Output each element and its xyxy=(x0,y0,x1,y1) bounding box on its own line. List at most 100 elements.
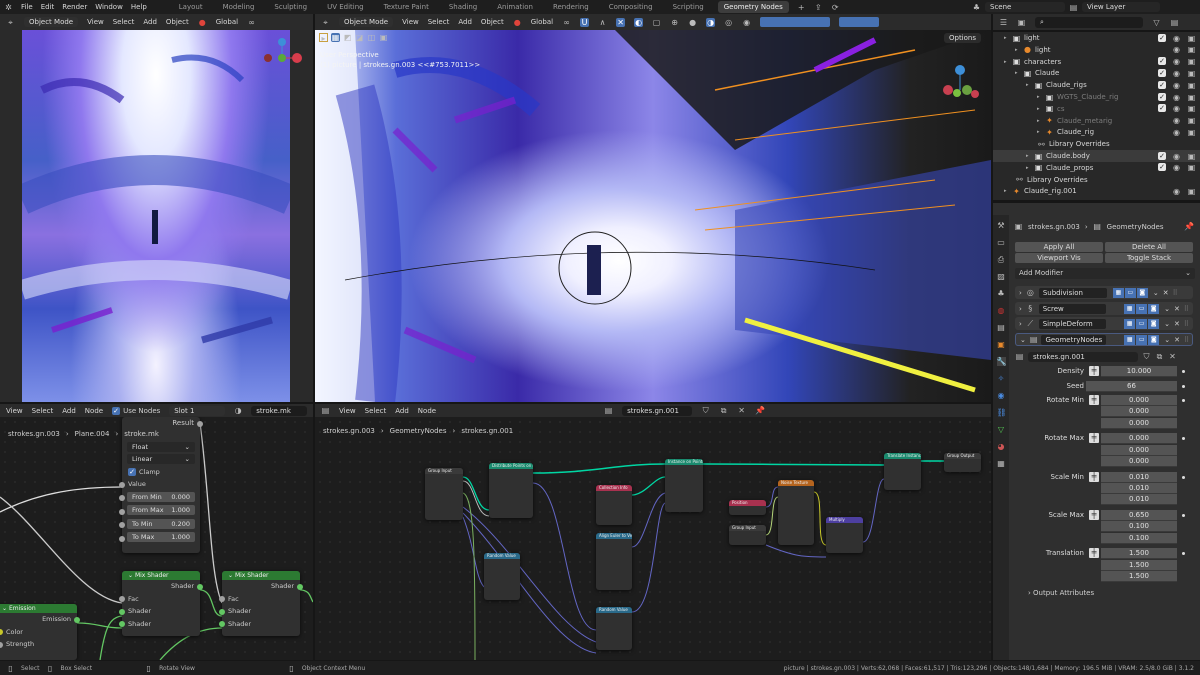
geometry-node[interactable]: Distribute Points on Faces xyxy=(489,463,533,518)
tab-uv-editing[interactable]: UV Editing xyxy=(321,1,370,13)
strength-input[interactable]: Strength xyxy=(0,638,77,651)
camera-icon[interactable]: ▣ xyxy=(1187,57,1196,66)
tab-shading[interactable]: Shading xyxy=(443,1,483,13)
remove-modifier-icon[interactable]: ✕ xyxy=(1174,336,1180,344)
remove-modifier-icon[interactable]: ✕ xyxy=(1174,320,1180,328)
add-modifier-dropdown[interactable]: Add Modifier ⌄ xyxy=(1015,268,1195,279)
scene-icon[interactable]: ♣ xyxy=(972,3,981,12)
shader-input[interactable]: Shader xyxy=(219,618,300,631)
object-tab-icon[interactable]: ▣ xyxy=(997,340,1006,349)
upload-icon[interactable]: ⇪ xyxy=(814,3,823,12)
outliner-row[interactable]: ▸ ✦ Claude_rig.001 ◉ ▣ xyxy=(993,185,1200,197)
value-field[interactable]: 0.000 xyxy=(1101,417,1177,429)
duplicate-icon[interactable]: ⧉ xyxy=(1155,352,1164,361)
material-browse-icon[interactable]: ◑ xyxy=(234,406,242,415)
modifier-name-field[interactable]: Screw xyxy=(1038,303,1107,314)
view-layer-icon[interactable]: ▤ xyxy=(1069,3,1078,12)
fake-user-icon[interactable]: ⛉ xyxy=(1142,352,1151,361)
value-field[interactable]: 0.000 xyxy=(1101,395,1177,406)
tab-modeling[interactable]: Modeling xyxy=(217,1,261,13)
eye-icon[interactable]: ◉ xyxy=(1172,57,1181,66)
eye-icon[interactable]: ◉ xyxy=(1172,69,1181,78)
fac-input[interactable]: Fac xyxy=(219,593,300,606)
outliner-row[interactable]: ▸ ▣ Claude ✓ ◉ ▣ xyxy=(993,67,1200,79)
camera-icon[interactable]: ▣ xyxy=(1187,116,1196,125)
chevron-down-icon[interactable]: ⌄ xyxy=(1153,289,1159,297)
expand-chevron-icon[interactable]: ⌄ xyxy=(1020,336,1026,344)
menu-window[interactable]: Window xyxy=(95,3,123,11)
refresh-icon[interactable]: ⟳ xyxy=(831,3,840,12)
view-layer-tab-icon[interactable]: ▨ xyxy=(997,272,1006,281)
menu-node[interactable]: Node xyxy=(85,407,103,415)
fake-user-icon[interactable]: ⛉ xyxy=(701,406,710,415)
toggle-stack-button[interactable]: Toggle Stack xyxy=(1105,253,1193,263)
render-icon[interactable]: ◙ xyxy=(1148,303,1160,314)
tab-compositing[interactable]: Compositing xyxy=(603,1,659,13)
menu-view[interactable]: View xyxy=(402,18,419,26)
editor-type-icon[interactable]: ⌖ xyxy=(321,18,330,27)
apply-all-button[interactable]: Apply All xyxy=(1015,242,1103,252)
value-field[interactable]: 0.650 xyxy=(1101,509,1177,521)
drag-handle-icon[interactable]: ⠿ xyxy=(1184,305,1189,313)
shading-rendered-icon[interactable]: ◎ xyxy=(724,18,733,27)
camera-icon[interactable]: ▣ xyxy=(1187,163,1196,172)
map-range-input[interactable]: To Max 1.000 xyxy=(119,532,200,545)
options-dropdown[interactable]: Options xyxy=(943,33,981,43)
attribute-toggle-icon[interactable]: ╪ xyxy=(1089,509,1099,520)
geometry-node[interactable]: Align Euler to Vector xyxy=(596,533,632,590)
tab-sculpting[interactable]: Sculpting xyxy=(268,1,313,13)
geometry-node[interactable]: Collection Info xyxy=(596,485,632,525)
geometry-node[interactable]: Position xyxy=(729,500,766,515)
modifier-simpledeform[interactable]: › ⟋ SimpleDeform ▦ ▭ ◙ ⌄ ✕ ⠿ xyxy=(1015,317,1193,330)
editmode-icon[interactable]: ▦ xyxy=(1112,287,1124,298)
snap-icon[interactable]: U xyxy=(580,17,590,27)
select-box-icon[interactable]: ▦ xyxy=(331,33,340,42)
remove-modifier-icon[interactable]: ✕ xyxy=(1163,289,1169,297)
attribute-toggle-icon[interactable]: ╪ xyxy=(1089,548,1099,559)
geometry-node[interactable]: Random Value xyxy=(484,553,520,600)
value-field[interactable]: 0.010 xyxy=(1101,483,1177,494)
modifier-tab-icon[interactable]: 🔧 xyxy=(996,357,1006,366)
camera-icon[interactable]: ▣ xyxy=(1187,34,1196,43)
menu-view[interactable]: View xyxy=(87,18,104,26)
orientation-dropdown[interactable]: Global xyxy=(216,18,238,26)
expand-arrow-icon[interactable]: ▸ xyxy=(1026,153,1034,159)
modifier-name-field[interactable]: Subdivision xyxy=(1038,287,1107,298)
eye-icon[interactable]: ◉ xyxy=(1172,116,1181,125)
mode-dropdown[interactable]: Object Mode xyxy=(339,17,394,27)
outliner-row[interactable]: ▸ ▣ Claude_rigs ✓ ◉ ▣ xyxy=(993,79,1200,91)
editor-type-icon[interactable]: ▤ xyxy=(321,406,330,415)
value-field[interactable]: 0.100 xyxy=(1101,521,1177,533)
drag-handle-icon[interactable]: ⠿ xyxy=(1184,336,1189,344)
remove-modifier-icon[interactable]: ✕ xyxy=(1174,305,1180,313)
geometry-node[interactable]: Group Input xyxy=(425,468,463,520)
expand-arrow-icon[interactable]: ▸ xyxy=(1004,188,1012,194)
value-field[interactable]: 0.010 xyxy=(1101,494,1177,506)
filter-view-icon[interactable]: ▣ xyxy=(1017,18,1026,27)
duplicate-icon[interactable]: ⧉ xyxy=(719,406,728,415)
geometry-node[interactable]: Group Input xyxy=(729,525,766,545)
value-field[interactable]: 1.500 xyxy=(1101,559,1177,571)
editmode-icon[interactable]: ▦ xyxy=(1124,334,1136,345)
menu-node[interactable]: Node xyxy=(418,407,436,415)
mode-dropdown[interactable]: Object Mode xyxy=(24,17,79,27)
value-field[interactable]: 1.500 xyxy=(1101,548,1177,560)
value-field[interactable]: To Min 0.200 xyxy=(127,518,195,529)
orientation-dropdown[interactable]: Global xyxy=(531,18,553,26)
expand-arrow-icon[interactable]: ▸ xyxy=(1015,70,1023,76)
overlay-icon[interactable]: ◐ xyxy=(634,17,644,27)
tool-tab-icon[interactable]: ⚒ xyxy=(997,221,1006,230)
attribute-toggle-icon[interactable]: ╪ xyxy=(1089,433,1099,444)
camera-icon[interactable]: ▣ xyxy=(1187,69,1196,78)
value-field[interactable]: 0.000 xyxy=(1101,456,1177,468)
geometry-node[interactable]: Multiply xyxy=(826,517,863,553)
node-group-field[interactable]: strokes.gn.001 xyxy=(1028,351,1138,362)
display-mode-icon[interactable]: ☰ xyxy=(999,18,1008,27)
menu-select[interactable]: Select xyxy=(32,407,54,415)
exclude-checkbox[interactable]: ✓ xyxy=(1158,80,1166,89)
outliner-row[interactable]: ▸ ▣ WGTS_Claude_rig ✓ ◉ ▣ xyxy=(993,91,1200,103)
value-field[interactable]: 66 xyxy=(1086,380,1177,392)
output-attributes-panel[interactable]: › Output Attributes xyxy=(1028,589,1094,597)
tab-geometry-nodes[interactable]: Geometry Nodes xyxy=(717,1,789,13)
output-tab-icon[interactable]: ⎙ xyxy=(997,255,1006,264)
